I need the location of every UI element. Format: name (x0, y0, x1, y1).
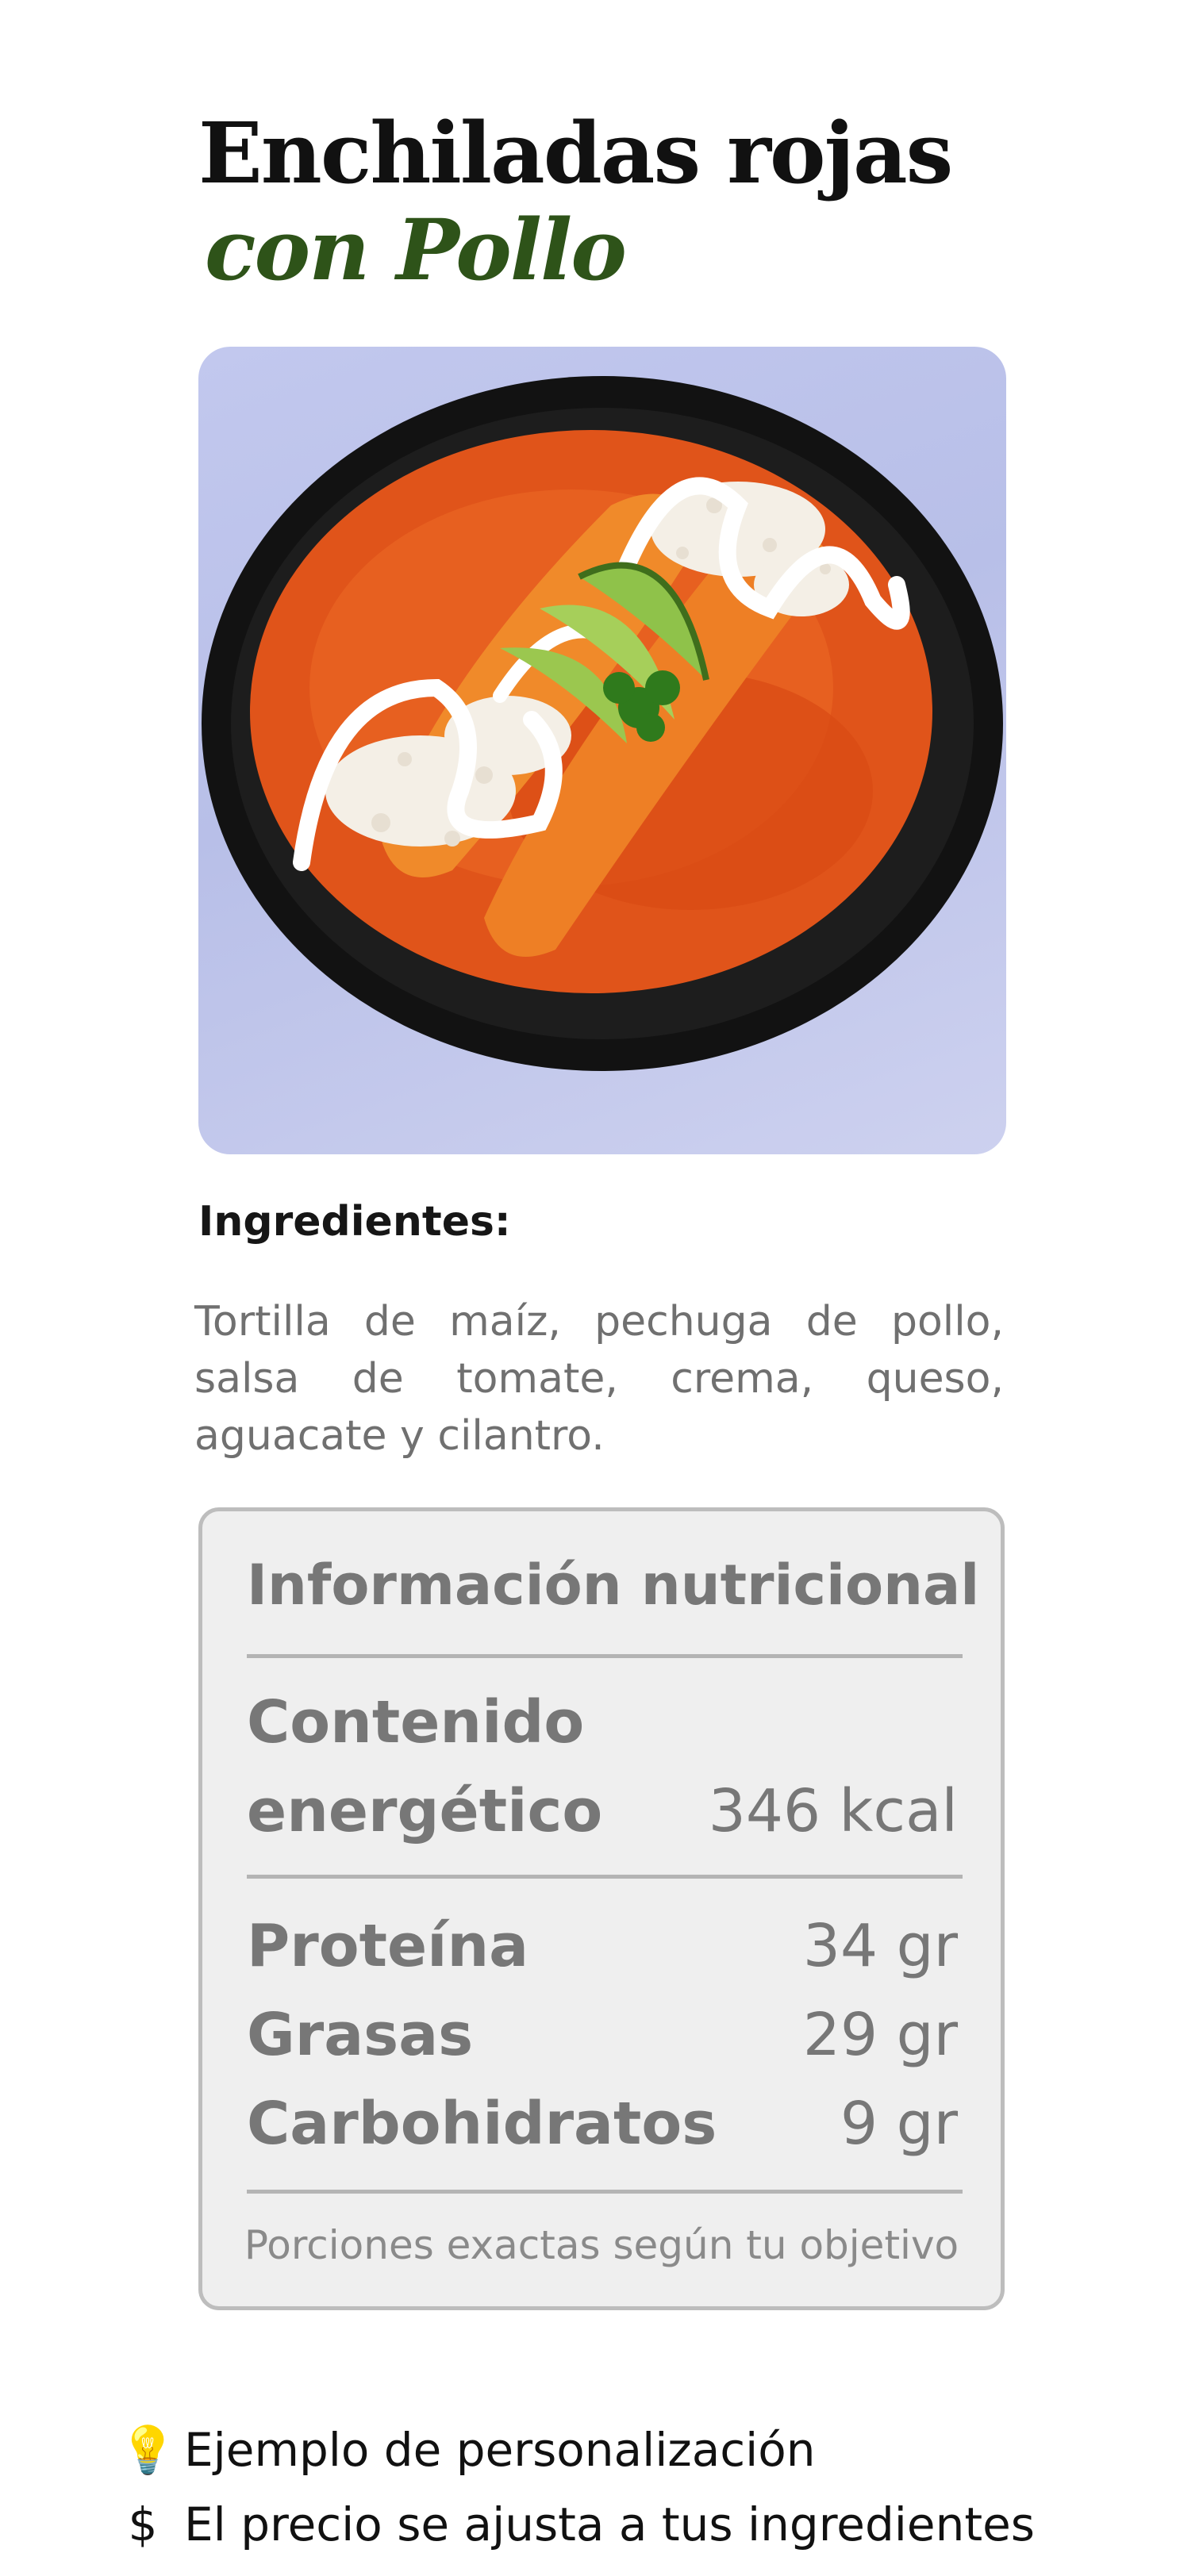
portions-note: Porciones exactas según tu objetivo (244, 2222, 959, 2268)
recipe-title-line2: con Pollo (205, 200, 627, 299)
divider (247, 2190, 963, 2194)
enchiladas-plate-illustration (202, 376, 1003, 1071)
footer-item-text: Ejemplo de personalización (184, 2423, 816, 2477)
recipe-photo (198, 347, 1006, 1154)
lightbulb-icon: 💡 (119, 2423, 177, 2477)
nutrition-panel: Información nutricional Contenido energé… (198, 1507, 1005, 2310)
dollar-icon: $ (128, 2497, 158, 2551)
footer-item-text: El precio se ajusta a tus ingredientes (184, 2497, 1035, 2551)
energy-value: 346 kcal (708, 1777, 958, 1845)
fat-label: Grasas (247, 2001, 474, 2069)
divider (247, 1654, 963, 1658)
carbs-label: Carbohidratos (247, 2090, 717, 2158)
nutrition-title: Información nutricional (247, 1553, 980, 1618)
divider (247, 1875, 963, 1879)
carbs-value: 9 gr (840, 2090, 958, 2158)
protein-value: 34 gr (802, 1912, 958, 1980)
ingredients-heading: Ingredientes: (198, 1198, 511, 1246)
footer-item-price: $ El precio se ajusta a tus ingredientes (119, 2493, 1035, 2556)
ingredients-text: Tortilla de maíz, pechuga de pollo, sals… (194, 1298, 1004, 1460)
protein-label: Proteína (247, 1912, 529, 1980)
fat-value: 29 gr (802, 2001, 958, 2069)
recipe-title-line1: Enchiladas rojas (198, 103, 953, 202)
energy-label-line2: energético (247, 1777, 603, 1845)
footer-item-personalization: 💡 Ejemplo de personalización (119, 2418, 816, 2482)
energy-label-line1: Contenido (247, 1688, 585, 1756)
